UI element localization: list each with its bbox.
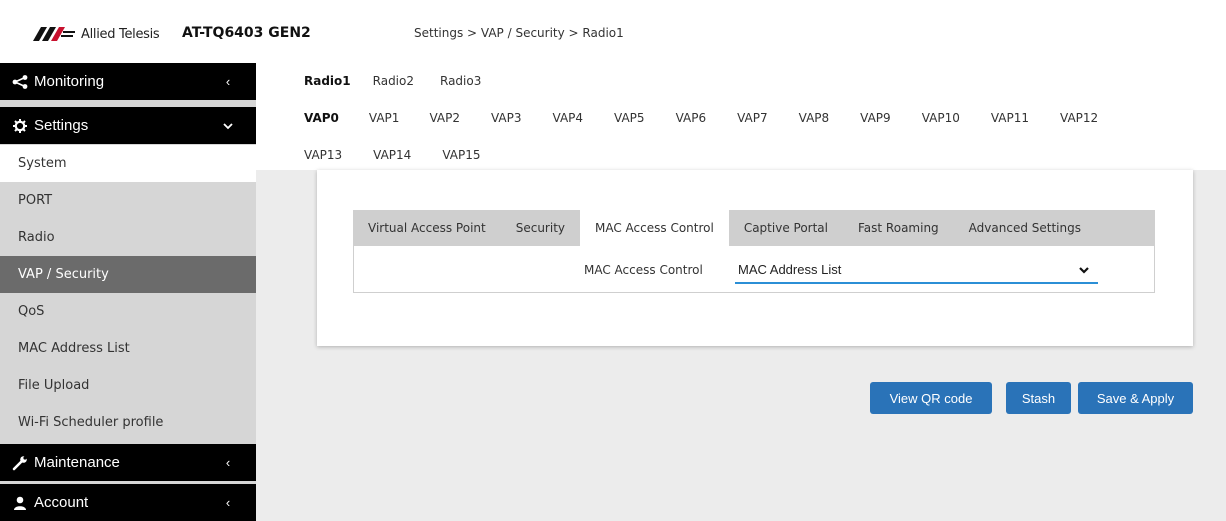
sidebar-item-label: File Upload xyxy=(18,378,90,393)
brand-logo: Allied Telesis xyxy=(33,26,160,42)
tab-vap2[interactable]: VAP2 xyxy=(429,111,460,125)
tab-vap13[interactable]: VAP13 xyxy=(304,148,342,162)
tab-mac-access-control[interactable]: MAC Access Control xyxy=(580,210,729,246)
sidebar-section-settings[interactable]: Settings xyxy=(0,107,256,144)
vap-settings-tabs: Virtual Access Point Security MAC Access… xyxy=(353,210,1155,246)
sidebar-item-label: VAP / Security xyxy=(18,267,109,282)
device-name: AT-TQ6403 GEN2 xyxy=(182,25,311,41)
tab-vap8[interactable]: VAP8 xyxy=(799,111,830,125)
tab-virtual-access-point[interactable]: Virtual Access Point xyxy=(353,210,501,246)
sidebar-section-monitoring[interactable]: Monitoring ‹ xyxy=(0,63,256,100)
tab-vap1[interactable]: VAP1 xyxy=(369,111,400,125)
tab-vap15[interactable]: VAP15 xyxy=(442,148,480,162)
chevron-left-icon: ‹ xyxy=(225,495,231,510)
header: Allied Telesis AT-TQ6403 GEN2 Settings >… xyxy=(0,0,1226,63)
sidebar-item-radio[interactable]: Radio xyxy=(0,219,256,256)
sidebar-item-label: PORT xyxy=(18,193,53,208)
chevron-left-icon: ‹ xyxy=(225,74,231,89)
wrench-icon xyxy=(12,455,28,471)
save-and-apply-button[interactable]: Save & Apply xyxy=(1078,382,1193,414)
tab-security[interactable]: Security xyxy=(501,210,580,246)
mac-access-control-label: MAC Access Control xyxy=(584,263,703,277)
tab-radio1[interactable]: Radio1 xyxy=(304,74,351,88)
tab-vap4[interactable]: VAP4 xyxy=(553,111,584,125)
sidebar-item-qos[interactable]: QoS xyxy=(0,293,256,330)
tab-vap9[interactable]: VAP9 xyxy=(860,111,891,125)
sidebar-item-file-upload[interactable]: File Upload xyxy=(0,367,256,404)
vap-tabs-row-2: VAP13 VAP14 VAP15 xyxy=(304,148,480,162)
sidebar-item-vap-security[interactable]: VAP / Security xyxy=(0,256,256,293)
breadcrumb: Settings > VAP / Security > Radio1 xyxy=(414,26,624,40)
sidebar-item-label: Radio xyxy=(18,230,55,245)
sidebar-section-account[interactable]: Account ‹ xyxy=(0,484,256,521)
user-icon xyxy=(12,495,28,511)
sidebar-item-label: Wi-Fi Scheduler profile xyxy=(18,415,164,430)
mac-access-control-select[interactable]: MAC Address List xyxy=(735,257,1098,284)
radio-tabs: Radio1 Radio2 Radio3 xyxy=(304,74,481,88)
chevron-down-icon xyxy=(222,118,234,133)
brand-name: Allied Telesis xyxy=(81,26,160,42)
tab-vap7[interactable]: VAP7 xyxy=(737,111,768,125)
sidebar-section-label: Account xyxy=(34,494,89,511)
sidebar-section-label: Settings xyxy=(34,117,89,134)
sidebar-item-label: QoS xyxy=(18,304,45,319)
sidebar-item-mac-address-list[interactable]: MAC Address List xyxy=(0,330,256,367)
chevron-down-icon xyxy=(1079,266,1089,274)
sidebar-item-label: MAC Address List xyxy=(18,341,130,356)
tab-vap6[interactable]: VAP6 xyxy=(676,111,707,125)
tab-vap0[interactable]: VAP0 xyxy=(304,111,339,125)
tab-vap3[interactable]: VAP3 xyxy=(491,111,522,125)
sidebar-section-maintenance[interactable]: Maintenance ‹ xyxy=(0,444,256,481)
sidebar: Monitoring ‹ Settings System PORT Radio … xyxy=(0,63,256,521)
sidebar-item-system[interactable]: System xyxy=(0,145,256,182)
gear-icon xyxy=(12,118,28,134)
share-icon xyxy=(12,74,28,90)
tab-captive-portal[interactable]: Captive Portal xyxy=(729,210,843,246)
tab-vap14[interactable]: VAP14 xyxy=(373,148,411,162)
sidebar-section-label: Monitoring xyxy=(34,73,105,90)
stash-button[interactable]: Stash xyxy=(1006,382,1071,414)
mac-access-control-value: MAC Address List xyxy=(738,262,842,277)
sidebar-item-wifi-scheduler-profile[interactable]: Wi-Fi Scheduler profile xyxy=(0,404,256,441)
sidebar-item-label: System xyxy=(18,156,67,171)
sidebar-item-port[interactable]: PORT xyxy=(0,182,256,219)
tab-vap5[interactable]: VAP5 xyxy=(614,111,645,125)
tab-vap12[interactable]: VAP12 xyxy=(1060,111,1098,125)
view-qr-code-button[interactable]: View QR code xyxy=(870,382,992,414)
vap-tabs-row-1: VAP0 VAP1 VAP2 VAP3 VAP4 VAP5 VAP6 VAP7 … xyxy=(304,111,1098,125)
chevron-left-icon: ‹ xyxy=(225,455,231,470)
tab-vap11[interactable]: VAP11 xyxy=(991,111,1029,125)
tab-vap10[interactable]: VAP10 xyxy=(922,111,960,125)
tab-fast-roaming[interactable]: Fast Roaming xyxy=(843,210,954,246)
tab-advanced-settings[interactable]: Advanced Settings xyxy=(954,210,1096,246)
allied-telesis-logo-icon xyxy=(33,27,75,41)
sidebar-section-label: Maintenance xyxy=(34,454,120,471)
app-root: Allied Telesis AT-TQ6403 GEN2 Settings >… xyxy=(0,0,1226,521)
tab-radio2[interactable]: Radio2 xyxy=(373,74,414,88)
tab-radio3[interactable]: Radio3 xyxy=(440,74,481,88)
